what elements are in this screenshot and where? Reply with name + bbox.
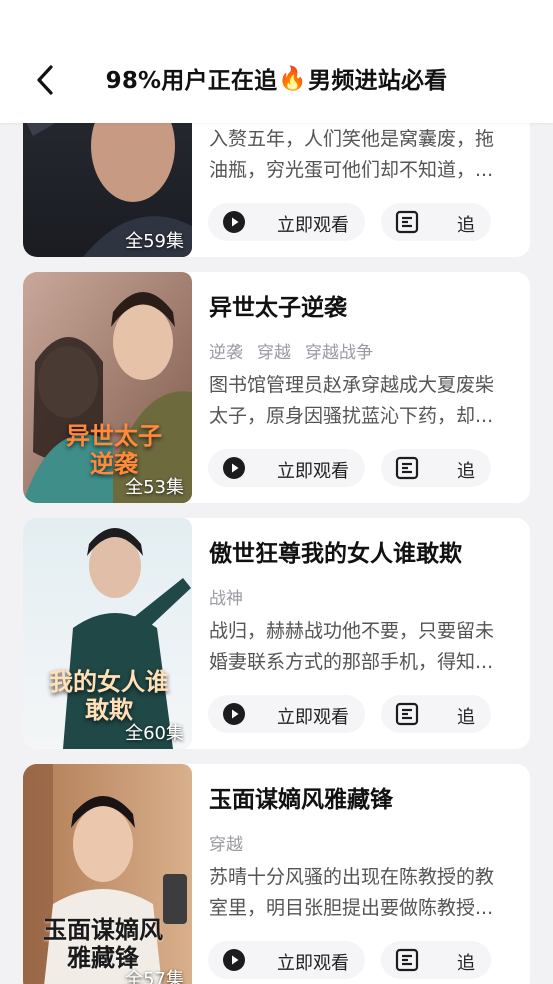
drama-description: 战归，赫赫战功他不要，只要留未 婚妻联系方式的那部手机，得知...	[209, 616, 509, 678]
poster-title: 我的女人谁敢欺	[49, 667, 169, 724]
drama-tags: 战神	[209, 584, 243, 609]
watch-now-button[interactable]: 立即观看	[208, 941, 365, 979]
description-line: 油瓶，穷光蛋可他们却不知道，...	[209, 159, 494, 181]
follow-button[interactable]: 追	[381, 449, 491, 487]
drama-tags: 穿越	[209, 830, 243, 855]
drama-card[interactable]: 异世太子逆袭 全53集 异世太子逆袭 逆袭 穿越 穿越战争 图书馆管理员赵承穿越…	[23, 272, 530, 503]
watch-now-label: 立即观看	[277, 953, 349, 974]
tag: 穿越战争	[305, 343, 373, 363]
list-icon	[395, 456, 419, 480]
list-icon	[395, 210, 419, 234]
watch-now-label: 立即观看	[277, 461, 349, 482]
episode-count: 全57集	[125, 969, 184, 984]
list-icon	[395, 702, 419, 726]
poster-title: 玉面谋嫡风雅藏锋	[43, 915, 163, 972]
description-line: 室里，明目张胆提出要做陈教授...	[209, 897, 494, 919]
drama-title[interactable]: 异世太子逆袭	[209, 288, 347, 322]
episode-count: 全60集	[125, 723, 184, 744]
page-title-text: 男频进站必看	[308, 68, 448, 94]
follow-button[interactable]: 追	[381, 695, 491, 733]
header-bar: 98%用户正在追 🔥 男频进站必看	[0, 0, 553, 123]
watch-now-button[interactable]: 立即观看	[208, 449, 365, 487]
follow-label: 追	[457, 707, 475, 728]
drama-cover[interactable]: 玉面谋嫡风雅藏锋 全57集	[23, 764, 192, 984]
follow-button[interactable]: 追	[381, 203, 491, 241]
follow-label: 追	[457, 461, 475, 482]
description-line: 战归，赫赫战功他不要，只要留未	[209, 620, 495, 642]
follow-button[interactable]: 追	[381, 941, 491, 979]
list-icon	[395, 948, 419, 972]
watch-now-label: 立即观看	[277, 215, 349, 236]
drama-title[interactable]: 玉面谋嫡风雅藏锋	[209, 780, 393, 814]
watch-now-button[interactable]: 立即观看	[208, 695, 365, 733]
episode-count: 全53集	[125, 477, 184, 498]
drama-description: 图书馆管理员赵承穿越成大夏废柴 太子，原身因骚扰蓝沁下药，却...	[209, 370, 509, 432]
page-title-text: 98%用户正在追	[105, 68, 278, 94]
play-icon	[223, 703, 245, 725]
follow-label: 追	[457, 953, 475, 974]
play-icon	[223, 949, 245, 971]
drama-description: 苏晴十分风骚的出现在陈教授的教 室里，明目张胆提出要做陈教授...	[209, 862, 509, 924]
drama-tags: 逆袭 穿越 穿越战争	[209, 338, 373, 363]
tag: 战神	[209, 589, 243, 609]
fire-icon: 🔥	[278, 65, 308, 92]
drama-card[interactable]: 玉面谋嫡风雅藏锋 全57集 玉面谋嫡风雅藏锋 穿越 苏晴十分风骚的出现在陈教授的…	[23, 764, 530, 984]
description-line: 婚妻联系方式的那部手机，得知...	[209, 651, 494, 673]
watch-now-button[interactable]: 立即观看	[208, 203, 365, 241]
poster-title: 异世太子逆袭	[66, 421, 162, 478]
description-line: 图书馆管理员赵承穿越成大夏废柴	[209, 374, 495, 396]
drama-description: 入赘五年，人们笑他是窝囊废，拖 油瓶，穷光蛋可他们却不知道，...	[209, 124, 509, 186]
page-title: 98%用户正在追 🔥 男频进站必看	[0, 58, 553, 98]
episode-count: 全59集	[125, 231, 184, 252]
drama-card[interactable]: 我的女人谁敢欺 全60集 傲世狂尊我的女人谁敢欺 战神 战归，赫赫战功他不要，只…	[23, 518, 530, 749]
tag: 逆袭	[209, 343, 243, 363]
drama-cover[interactable]: 异世太子逆袭 全53集	[23, 272, 192, 503]
drama-title[interactable]: 傲世狂尊我的女人谁敢欺	[209, 534, 462, 568]
play-icon	[223, 457, 245, 479]
description-line: 入赘五年，人们笑他是窝囊废，拖	[209, 128, 495, 150]
watch-now-label: 立即观看	[277, 707, 349, 728]
tag: 穿越	[209, 835, 243, 855]
play-icon	[223, 211, 245, 233]
tag: 穿越	[257, 343, 291, 363]
follow-label: 追	[457, 215, 475, 236]
description-line: 太子，原身因骚扰蓝沁下药，却...	[209, 405, 494, 427]
drama-list: 全59集 入赘五年，人们笑他是窝囊废，拖 油瓶，穷光蛋可他们却不知道，... 立…	[0, 0, 553, 984]
description-line: 苏晴十分风骚的出现在陈教授的教	[209, 866, 495, 888]
drama-cover[interactable]: 我的女人谁敢欺 全60集	[23, 518, 192, 749]
